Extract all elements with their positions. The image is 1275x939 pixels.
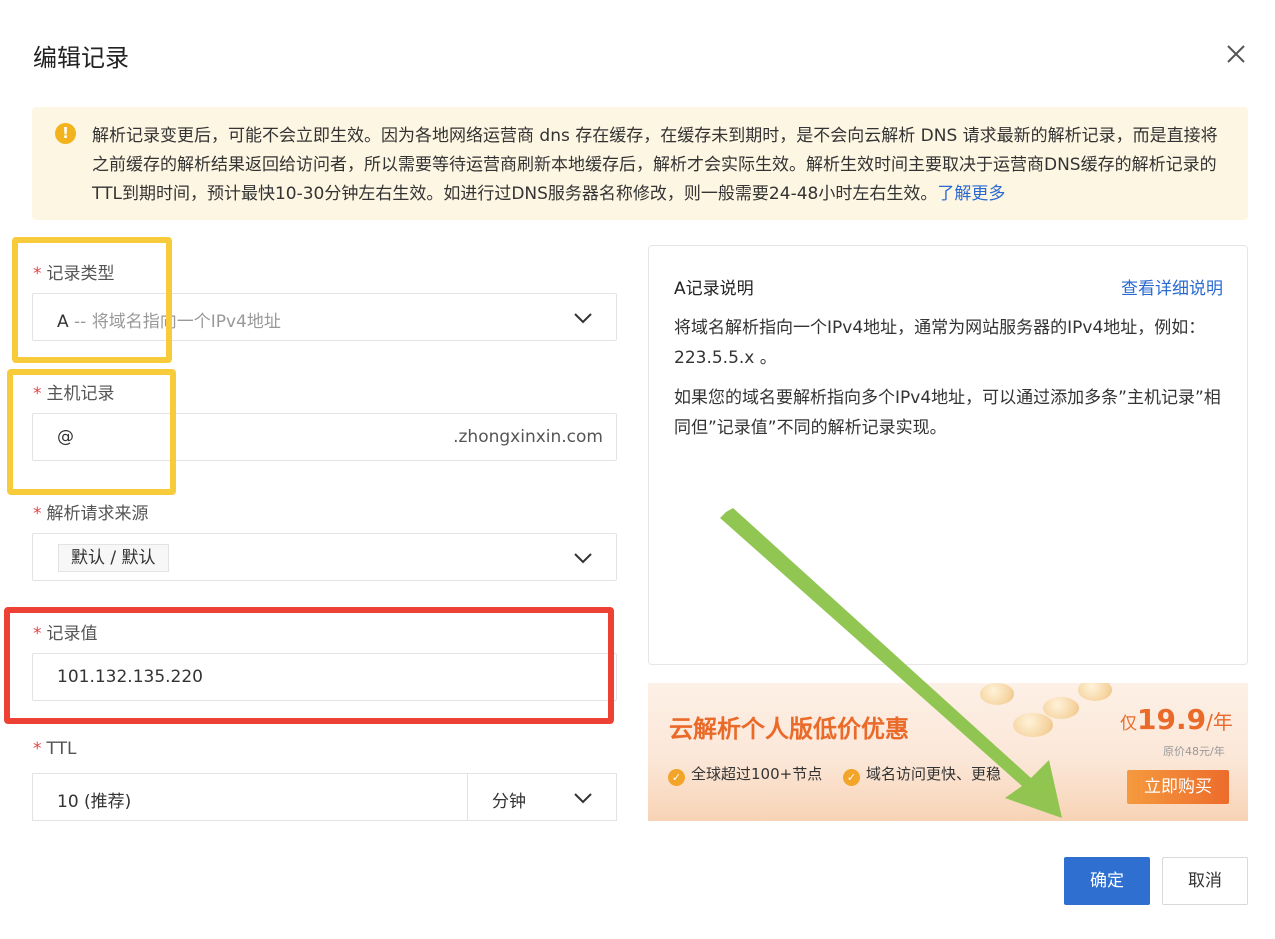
coin-decoration (1013, 713, 1053, 737)
record-value-label-text: 记录值 (46, 624, 98, 644)
record-value-label: * 记录值 (33, 619, 98, 644)
host-value: @ (57, 427, 74, 447)
record-type-select[interactable]: A -- 将域名指向一个IPv4地址 (32, 293, 617, 341)
domain-suffix: .zhongxinxin.com (453, 427, 603, 447)
coin-decoration (1043, 697, 1079, 719)
close-icon[interactable] (1222, 40, 1250, 68)
host-input[interactable]: @ .zhongxinxin.com (32, 413, 617, 461)
original-price: 原价48元/年 (1163, 745, 1225, 758)
notice-text: 解析记录变更后，可能不会立即生效。因为各地网络运营商 dns 存在缓存，在缓存未… (92, 122, 1232, 209)
price-prefix: 仅 (1120, 714, 1137, 734)
chevron-down-icon (574, 793, 592, 804)
check-icon: ✓ (668, 769, 685, 786)
source-label-text: 解析请求来源 (46, 504, 149, 524)
learn-more-link[interactable]: 了解更多 (937, 184, 1005, 204)
notice-banner: ! 解析记录变更后，可能不会立即生效。因为各地网络运营商 dns 存在缓存，在缓… (32, 107, 1248, 220)
coin-decoration (1078, 683, 1112, 701)
cancel-button[interactable]: 取消 (1162, 857, 1248, 905)
source-label: * 解析请求来源 (33, 499, 149, 524)
record-type-label: * 记录类型 (33, 259, 115, 284)
source-select[interactable]: 默认 / 默认 (32, 533, 617, 581)
ttl-unit-value: 分钟 (492, 792, 526, 812)
check-icon: ✓ (843, 769, 860, 786)
record-type-hint: -- 将域名指向一个IPv4地址 (68, 312, 281, 332)
promo-feature-text: 域名访问更快、更稳 (866, 765, 1002, 783)
host-label: * 主机记录 (33, 379, 115, 404)
price-number: 19.9 (1137, 703, 1207, 736)
required-mark: * (33, 384, 42, 404)
ttl-label-text: TTL (46, 739, 77, 759)
record-value-input[interactable]: 101.132.135.220 (32, 653, 617, 701)
view-details-link[interactable]: 查看详细说明 (1121, 274, 1223, 299)
record-value-text: 101.132.135.220 (57, 667, 204, 687)
price-unit: /年 (1206, 710, 1233, 734)
chevron-down-icon (574, 553, 592, 564)
ttl-input[interactable]: 10 (推荐) (32, 773, 468, 821)
promo-title: 云解析个人版低价优惠 (669, 715, 909, 743)
required-mark: * (33, 504, 42, 524)
coin-decoration (980, 683, 1014, 705)
explanation-title: A记录说明 (674, 279, 754, 299)
promo-price: 仅19.9/年 (1120, 703, 1233, 736)
ttl-unit-select[interactable]: 分钟 (467, 773, 617, 821)
buy-now-button[interactable]: 立即购买 (1127, 770, 1229, 804)
required-mark: * (33, 739, 42, 759)
record-type-label-text: 记录类型 (46, 264, 115, 284)
explanation-paragraph: 如果您的域名要解析指向多个IPv4地址，可以通过添加多条”主机记录”相同但”记录… (674, 388, 1221, 438)
ttl-label: * TTL (33, 739, 76, 759)
record-explanation-panel: A记录说明 查看详细说明 将域名解析指向一个IPv4地址，通常为网站服务器的IP… (648, 245, 1248, 665)
confirm-button[interactable]: 确定 (1064, 857, 1150, 905)
explanation-paragraph: 将域名解析指向一个IPv4地址，通常为网站服务器的IPv4地址，例如：223.5… (674, 318, 1206, 368)
promo-feature: ✓ 全球超过100+节点 (668, 763, 822, 786)
source-tag: 默认 / 默认 (58, 544, 169, 572)
warning-icon: ! (55, 123, 76, 144)
required-mark: * (33, 264, 42, 284)
promo-feature: ✓ 域名访问更快、更稳 (843, 763, 1001, 786)
ttl-value: 10 (推荐) (57, 792, 132, 812)
notice-body: 解析记录变更后，可能不会立即生效。因为各地网络运营商 dns 存在缓存，在缓存未… (92, 126, 1218, 204)
required-mark: * (33, 624, 42, 644)
chevron-down-icon (574, 313, 592, 324)
record-type-code: A (57, 312, 69, 332)
promo-banner[interactable]: 云解析个人版低价优惠 ✓ 全球超过100+节点 ✓ 域名访问更快、更稳 仅19.9/… (648, 683, 1248, 821)
host-label-text: 主机记录 (46, 384, 115, 404)
dialog-title: 编辑记录 (33, 44, 129, 72)
record-type-value: A -- 将域名指向一个IPv4地址 (57, 307, 281, 332)
promo-feature-text: 全球超过100+节点 (691, 765, 823, 783)
